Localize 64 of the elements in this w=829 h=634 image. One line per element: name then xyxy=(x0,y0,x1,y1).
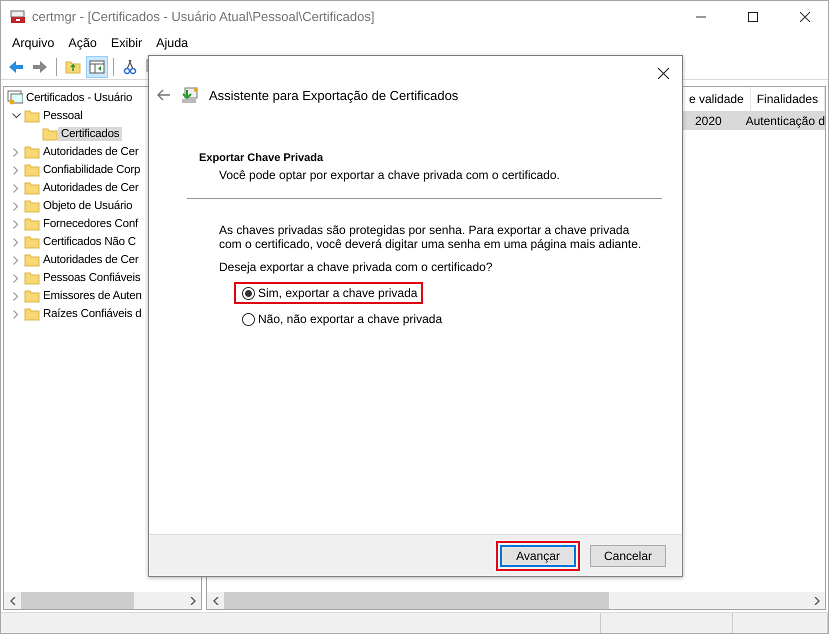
folder-icon xyxy=(24,288,40,304)
scroll-left-icon[interactable] xyxy=(8,596,16,604)
horizontal-scrollbar[interactable] xyxy=(4,592,201,609)
next-button[interactable]: Avançar xyxy=(500,544,576,566)
chevron-down-icon[interactable] xyxy=(12,113,20,119)
menu-item[interactable]: Exibir xyxy=(104,36,150,50)
scroll-right-icon[interactable] xyxy=(812,596,820,604)
folder-icon xyxy=(42,126,58,142)
table-cell-text: Autenticação d xyxy=(744,114,825,128)
export-wizard-icon xyxy=(181,86,199,104)
tree-item[interactable]: Raízes Confiáveis d xyxy=(40,307,144,321)
back-arrow-icon xyxy=(8,58,24,74)
radio-option[interactable]: Não, não exportar a chave privada xyxy=(234,308,448,330)
tree-item[interactable]: Pessoal xyxy=(40,109,86,123)
tree-item[interactable]: Fornecedores Conf xyxy=(40,217,142,231)
tree-item[interactable]: Certificados xyxy=(58,127,122,141)
section-heading: Exportar Chave Privada xyxy=(199,152,324,164)
folder-icon xyxy=(24,216,40,232)
table-cell-text: 2020 xyxy=(694,114,723,128)
menu-item[interactable]: Ação xyxy=(61,36,104,50)
menu-item[interactable]: Arquivo xyxy=(5,36,62,50)
folder-icon xyxy=(24,306,40,322)
folder-icon xyxy=(24,270,40,286)
scroll-right-icon[interactable] xyxy=(188,596,196,604)
tree-item[interactable]: Certificados Não C xyxy=(40,235,139,249)
section-description: Você pode optar por exportar a chave privada com o certificado. xyxy=(219,168,561,182)
tree-item[interactable]: Autoridades de Cer xyxy=(40,145,142,159)
scissors-icon xyxy=(122,58,138,74)
toolbar-button[interactable] xyxy=(86,56,108,78)
pane-toggle-icon xyxy=(89,58,105,74)
question-text: Deseja exportar a chave privada com o certificado? xyxy=(219,260,494,274)
folder-up-icon xyxy=(65,58,81,74)
maximize-icon xyxy=(748,12,758,22)
info-text: As chaves privadas são protegidas por senha. Para exportar a chave privada com o certificado, você deverá digitar uma senha em uma página mais adiante. xyxy=(219,223,642,251)
window-title: certmgr - [Certificados - Usuário Atual\Pessoal\Certificados] xyxy=(32,9,376,24)
radio-option[interactable]: Sim, exportar a chave privada xyxy=(234,282,424,304)
tree-item[interactable]: Autoridades de Cer xyxy=(40,181,142,195)
dialog-title: Assistente para Exportação de Certificados xyxy=(209,88,458,102)
folder-icon xyxy=(24,180,40,196)
tree-item[interactable]: Certificados - Usuário xyxy=(23,91,136,105)
scroll-left-icon[interactable] xyxy=(212,596,220,604)
close-icon xyxy=(658,68,668,78)
scrollbar-thumb[interactable] xyxy=(224,592,609,609)
tree-item[interactable]: Pessoas Confiáveis xyxy=(40,271,144,285)
certificate-store-icon xyxy=(7,90,23,106)
folder-icon xyxy=(24,234,40,250)
folder-icon xyxy=(24,144,40,160)
tree-item[interactable]: Objeto de Usuário xyxy=(40,199,136,213)
menu-item[interactable]: Ajuda xyxy=(149,36,196,50)
close-icon xyxy=(800,12,810,22)
folder-icon xyxy=(24,162,40,178)
scrollbar-thumb[interactable] xyxy=(21,592,134,609)
app-icon xyxy=(10,8,26,24)
back-arrow-icon xyxy=(157,89,171,101)
tree-item[interactable]: Confiabilidade Corp xyxy=(40,163,144,177)
folder-icon xyxy=(24,252,40,268)
tree-item[interactable]: Autoridades de Cer xyxy=(40,253,142,267)
back-button[interactable] xyxy=(157,89,171,101)
folder-icon xyxy=(24,108,40,124)
cancel-button[interactable]: Cancelar xyxy=(590,544,666,566)
forward-arrow-icon xyxy=(32,58,48,74)
folder-icon xyxy=(24,198,40,214)
tree-item[interactable]: Emissores de Auten xyxy=(40,289,145,303)
horizontal-scrollbar[interactable] xyxy=(207,592,825,609)
